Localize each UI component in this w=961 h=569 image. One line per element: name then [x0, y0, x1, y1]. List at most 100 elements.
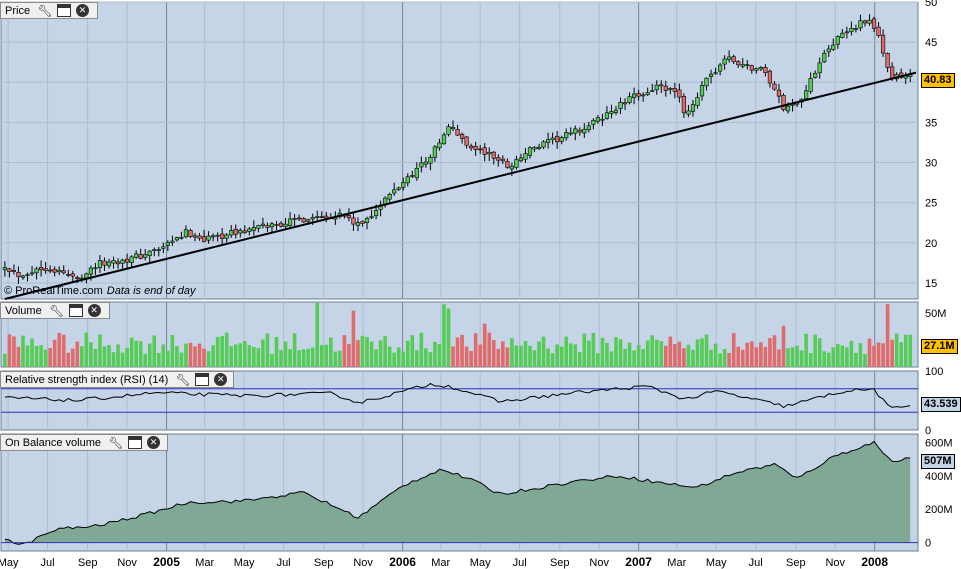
volume-bar: [473, 333, 478, 367]
volume-bar: [899, 342, 903, 367]
candle-body: [541, 141, 546, 148]
candle-body: [179, 236, 184, 239]
volume-bar: [817, 338, 822, 367]
volume-bar: [614, 337, 618, 367]
close-icon[interactable]: ✕: [147, 436, 160, 449]
rsi-panel-header: Relative strength index (RSI) (14) 🔧︎ ✕: [0, 371, 234, 388]
wrench-icon[interactable]: 🔧︎: [176, 373, 191, 386]
volume-bar: [347, 343, 351, 367]
close-icon[interactable]: ✕: [87, 304, 101, 317]
volume-bar: [541, 336, 546, 367]
candle-body: [591, 120, 596, 125]
volume-bar: [437, 344, 442, 367]
volume-bar: [659, 341, 664, 367]
x-axis-month-label: Mar: [431, 557, 450, 569]
x-axis-month-label: Nov: [589, 557, 609, 569]
x-axis-month-label: Jul: [277, 557, 291, 569]
volume-bar: [700, 338, 704, 367]
window-icon[interactable]: [68, 304, 83, 317]
volume-bar: [550, 353, 555, 367]
candle-body: [862, 20, 868, 24]
candle-body: [876, 26, 881, 36]
candle-body: [523, 153, 528, 160]
candle-body: [532, 146, 537, 150]
candle-body: [622, 102, 628, 105]
wrench-icon[interactable]: 🔧︎: [108, 436, 123, 449]
volume-bar: [654, 339, 659, 367]
candle-body: [161, 246, 166, 249]
volume-bar: [491, 340, 496, 367]
volume-bar: [93, 348, 98, 367]
candle-body: [745, 64, 750, 67]
volume-bar: [66, 352, 71, 367]
volume-bar: [501, 341, 505, 367]
candle-body: [324, 215, 329, 219]
candle-body: [754, 68, 759, 71]
wrench-icon[interactable]: 🔧︎: [37, 4, 52, 17]
candle-body: [25, 274, 30, 276]
candle-body: [165, 242, 170, 246]
candle-body: [437, 142, 442, 149]
volume-bar: [510, 338, 514, 367]
candle-body: [469, 145, 474, 149]
candle-body: [115, 261, 121, 265]
volume-bar: [568, 343, 573, 367]
volume-bar: [573, 344, 578, 367]
watermark-source: © ProRealTime.com: [4, 285, 103, 297]
volume-bar: [623, 348, 627, 367]
x-axis-month-label: Nov: [353, 557, 373, 569]
candle-body: [410, 175, 415, 177]
x-axis-month-label: Sep: [786, 557, 806, 569]
window-icon[interactable]: [57, 4, 72, 17]
volume-bar: [256, 348, 261, 367]
volume-bar: [288, 349, 292, 367]
candle-body: [201, 236, 207, 242]
volume-bar: [43, 349, 48, 367]
volume-bar: [193, 346, 197, 367]
volume-bar: [84, 332, 89, 367]
candle-body: [826, 48, 831, 53]
wrench-icon[interactable]: 🔧︎: [49, 304, 64, 317]
volume-bar: [736, 346, 741, 367]
volume-bar: [768, 338, 772, 367]
candle-body: [38, 267, 44, 271]
volume-bar: [152, 335, 157, 367]
candle-body: [43, 268, 48, 271]
candle-body: [120, 259, 125, 264]
candle-body: [432, 146, 438, 158]
price-tick-label: 45: [925, 37, 937, 49]
price-tick-label: 20: [925, 238, 937, 250]
candle-body: [414, 168, 419, 179]
volume-bar: [826, 352, 831, 367]
volume-bar: [840, 345, 845, 367]
candle-body: [419, 162, 424, 168]
candle-body: [718, 64, 723, 72]
window-icon[interactable]: [195, 373, 210, 386]
candle-body: [853, 28, 859, 30]
candle-body: [287, 218, 293, 226]
close-icon[interactable]: ✕: [214, 373, 228, 386]
obv-last-value: 507M: [921, 454, 955, 469]
volume-bar: [691, 349, 695, 367]
candle-body: [505, 161, 510, 168]
candle-body: [111, 260, 116, 264]
candle-body: [550, 137, 555, 141]
candle-body: [2, 267, 7, 271]
candle-body: [450, 127, 456, 130]
volume-bar: [319, 345, 324, 367]
candle-body: [143, 254, 148, 258]
volume-bar: [446, 308, 451, 367]
candle-body: [66, 273, 71, 276]
candle-body: [274, 224, 279, 226]
volume-bar: [772, 335, 777, 367]
close-icon[interactable]: ✕: [76, 4, 90, 17]
volume-bar: [433, 341, 437, 367]
window-icon[interactable]: [128, 436, 142, 449]
volume-bar: [777, 349, 781, 367]
volume-bar: [261, 339, 265, 367]
volume-bar: [401, 351, 406, 367]
candle-body: [29, 272, 35, 275]
candle-body: [609, 111, 614, 114]
volume-bar: [297, 350, 301, 367]
candle-body: [727, 56, 732, 60]
